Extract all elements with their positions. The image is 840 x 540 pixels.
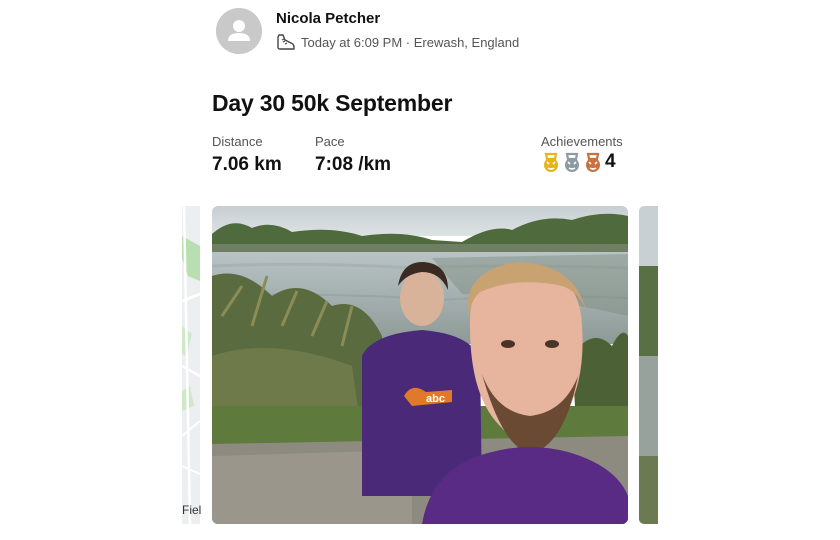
stat-pace-label: Pace [315,134,345,149]
stat-achievements[interactable]: Achievements 4 [541,134,623,173]
activity-photo[interactable]: abc [212,206,628,524]
gold-kettlebell-icon [544,152,558,172]
stat-pace: Pace 7:08 /km [315,134,391,176]
stat-distance-label: Distance [212,134,263,149]
next-photo-thumbnail[interactable] [639,206,658,524]
route-map-image [182,206,200,524]
stat-pace-value: 7:08 /km [315,154,392,175]
next-photo-image [639,206,658,524]
running-shoe-icon [277,34,295,50]
activity-title[interactable]: Day 30 50k September [212,90,452,117]
media-carousel[interactable]: Fiel abc [0,206,840,524]
selfie-photo-image: abc [212,206,628,524]
silver-kettlebell-icon [565,152,579,172]
map-place-label: Fiel [182,503,202,517]
stat-distance-value: 7.06 km [212,154,282,175]
stat-distance: Distance 7.06 km [212,134,282,176]
stat-achievements-label: Achievements [541,134,623,149]
route-map-thumbnail[interactable] [182,206,200,524]
activity-time-location: Today at 6:09 PM · Erewash, England [301,34,520,50]
athlete-avatar[interactable] [216,8,262,54]
activity-meta: Today at 6:09 PM · Erewash, England [276,33,519,51]
bronze-kettlebell-icon [586,152,600,172]
user-silhouette-icon [216,8,262,54]
achievements-count: 4 [605,151,616,172]
athlete-name[interactable]: Nicola Petcher [276,10,380,27]
svg-text:abc: abc [426,393,445,405]
